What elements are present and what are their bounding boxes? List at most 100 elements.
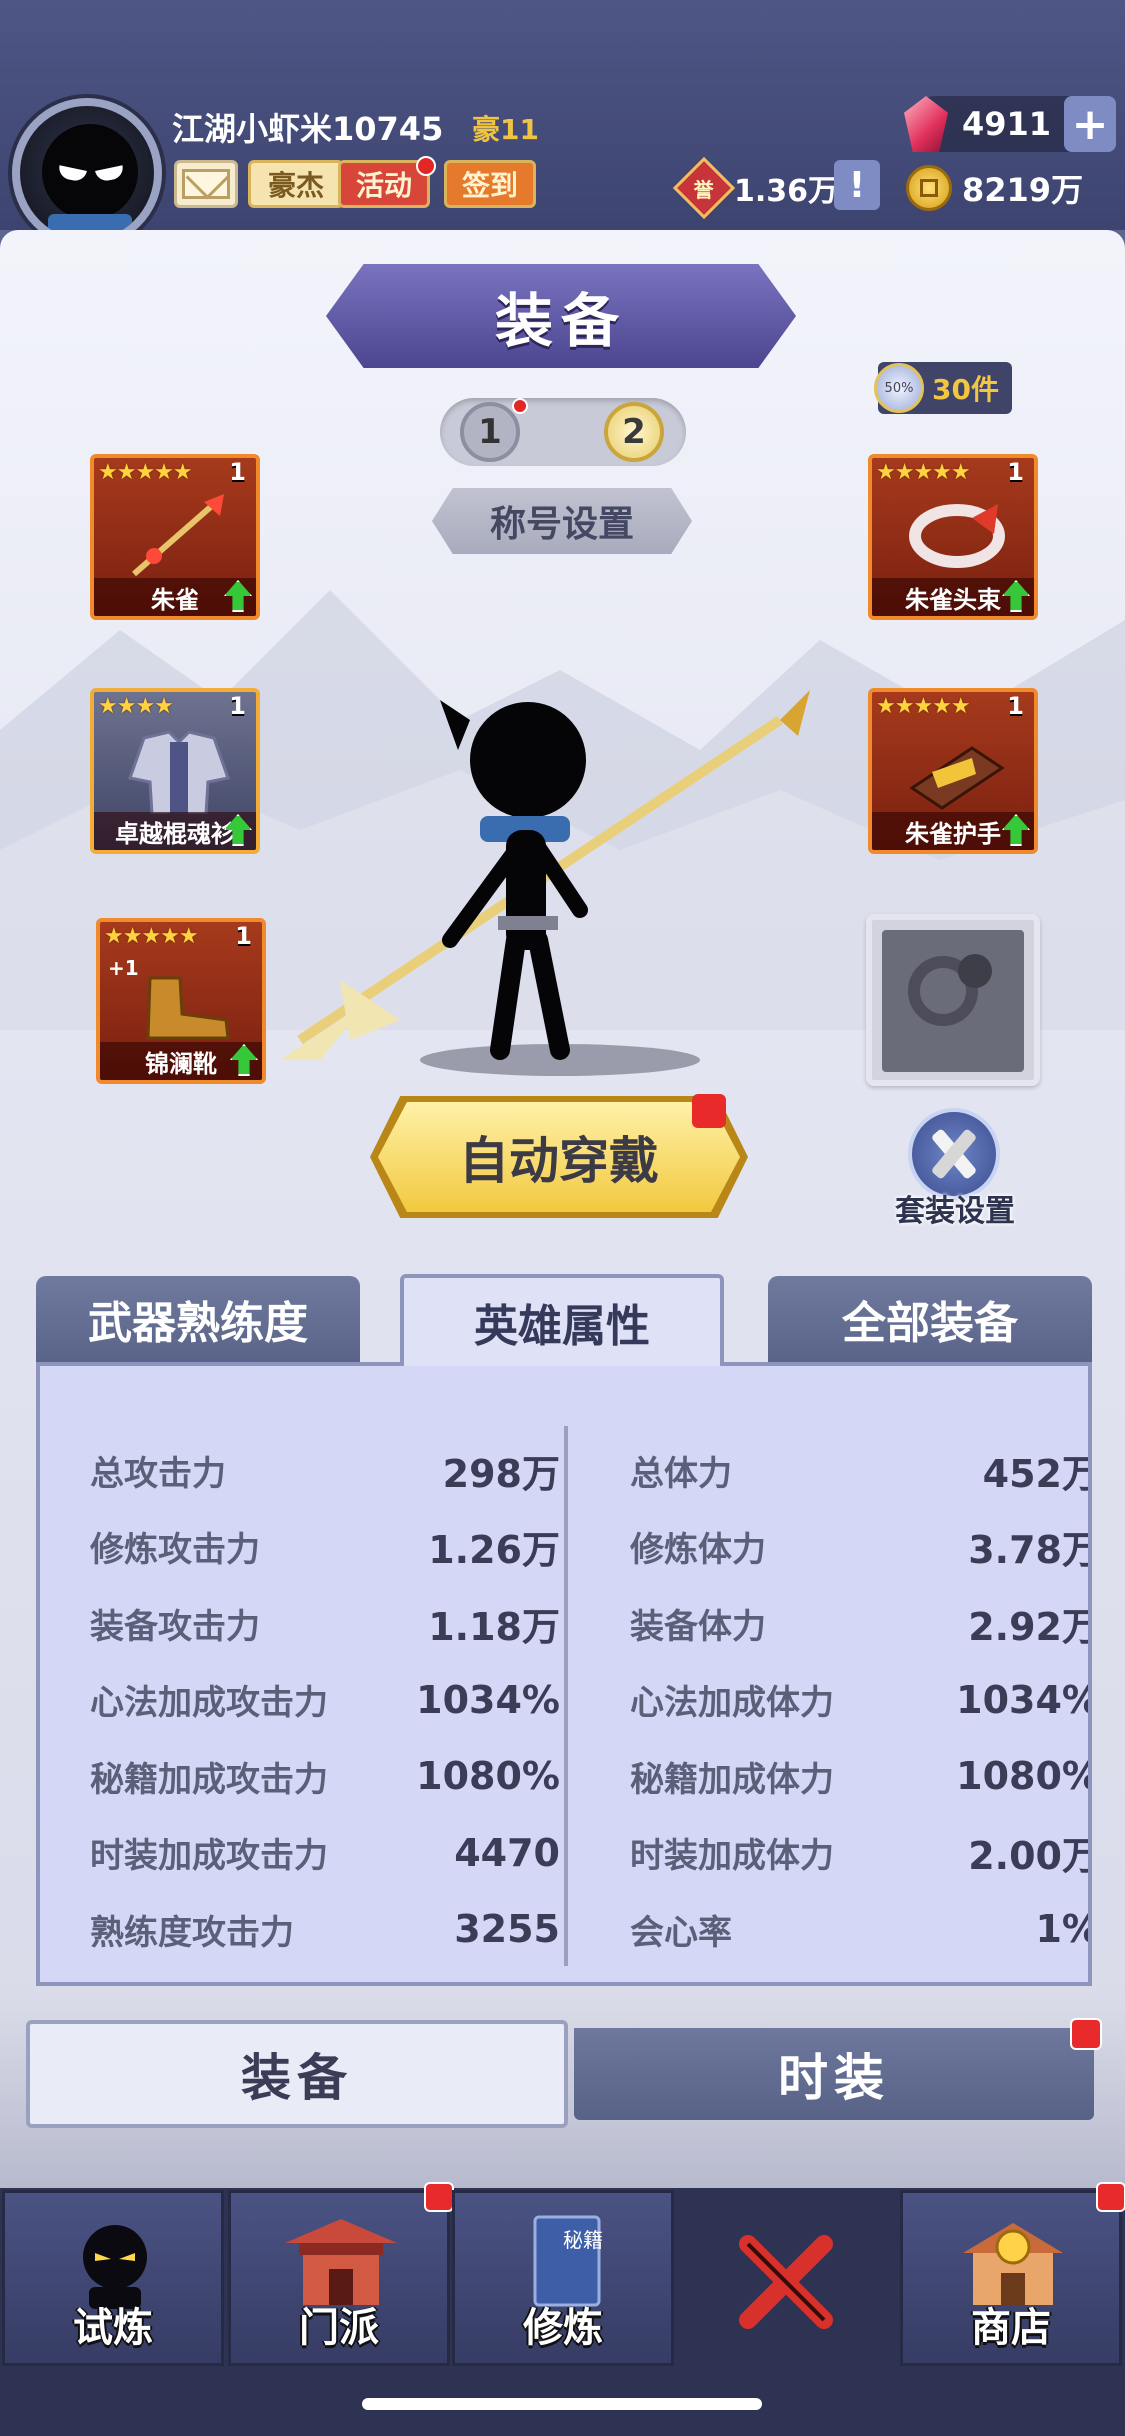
- weapon-slot[interactable]: ★★★★★ 1 朱雀: [90, 454, 260, 620]
- stat-value: 1034%: [956, 1677, 1092, 1722]
- nav-trial[interactable]: 试炼: [2, 2190, 224, 2366]
- boots-stars: ★★★★★: [104, 924, 199, 949]
- auto-equip-notification-dot: [692, 1094, 726, 1128]
- nav-sect[interactable]: 门派: [228, 2190, 450, 2366]
- stat-value: 3.78万: [968, 1528, 1092, 1573]
- hero-stats-panel[interactable]: 总攻击力 298万修炼攻击力 1.26万装备攻击力 1.18万心法加成攻击力 1034%…: [36, 1362, 1092, 1986]
- stat-value: 50%: [1009, 1984, 1092, 1986]
- weapon-stars: ★★★★★: [98, 460, 193, 485]
- stat-row: 修炼体力 3.78万: [630, 1509, 1092, 1586]
- stat-value: 1.26万: [428, 1528, 560, 1573]
- sect-notification-dot: [424, 2182, 454, 2212]
- fashion-notification-dot: [1070, 2018, 1102, 2050]
- boots-level: 1: [235, 922, 252, 950]
- stat-row: 总攻击力 298万: [90, 1432, 560, 1509]
- stat-value: 1%: [1035, 1907, 1088, 1952]
- add-gems-button[interactable]: +: [1064, 96, 1116, 152]
- boots-icon: [146, 976, 230, 1040]
- nav-shop-label: 商店: [971, 2305, 1051, 2351]
- tab-all-equipment[interactable]: 全部装备: [768, 1276, 1092, 1362]
- auto-equip-button[interactable]: 自动穿戴: [378, 1102, 740, 1212]
- tab-weapon-mastery[interactable]: 武器熟练度: [36, 1276, 360, 1362]
- page-1-notification-dot: [512, 398, 528, 414]
- stat-label: 总攻击力: [90, 1453, 226, 1494]
- stat-row: 心法加成体力 1034%: [630, 1662, 1092, 1739]
- headband-name: 朱雀头束: [872, 578, 1034, 616]
- nav-cultivate[interactable]: 秘籍 修炼: [452, 2190, 674, 2366]
- mail-icon: [182, 169, 230, 199]
- headband-icon: [909, 504, 1005, 568]
- stat-row: 装备攻击力 1.18万: [90, 1585, 560, 1662]
- stat-label: 修炼体力: [630, 1530, 766, 1571]
- stat-value: 3255: [454, 1907, 560, 1952]
- info-button[interactable]: !: [834, 160, 880, 210]
- stat-label: 时装加成体力: [630, 1836, 834, 1877]
- nav-cultivate-label: 修炼: [523, 2305, 603, 2351]
- stat-row: 会心率 1%: [630, 1891, 1088, 1968]
- tab-hero-attributes[interactable]: 英雄属性: [400, 1274, 724, 1366]
- stat-value: 1034%: [416, 1677, 560, 1722]
- home-indicator[interactable]: [362, 2398, 762, 2410]
- mail-button[interactable]: [174, 160, 238, 208]
- empty-accessory-slot[interactable]: [866, 914, 1040, 1086]
- nav-sect-label: 门派: [299, 2305, 379, 2351]
- stat-value: 1.18万: [428, 1604, 560, 1649]
- stat-label: 总体力: [630, 1453, 732, 1494]
- boots-slot[interactable]: ★★★★★ 1 +1 锦澜靴: [96, 918, 266, 1084]
- signin-button[interactable]: 签到: [444, 160, 536, 208]
- stat-value: 298万: [442, 1451, 560, 1496]
- stat-row: 时装加成攻击力 4470: [90, 1815, 560, 1892]
- bracer-name: 朱雀护手: [872, 812, 1034, 850]
- loadout-page-1[interactable]: 1: [460, 402, 520, 462]
- stat-value: 1080%: [956, 1754, 1092, 1799]
- armor-slot[interactable]: ★★★★ 1 卓越棍魂衫: [90, 688, 260, 854]
- stat-value: 2.00万: [968, 1834, 1092, 1879]
- stat-value: 2.92万: [968, 1604, 1092, 1649]
- set-setting-button[interactable]: 套装设置: [880, 1108, 1030, 1229]
- stat-label: 时装加成攻击力: [90, 1836, 328, 1877]
- tab-equipment[interactable]: 装备: [26, 2020, 568, 2128]
- nav-shop[interactable]: 商店: [900, 2190, 1122, 2366]
- boots-name: 锦澜靴: [100, 1042, 262, 1080]
- crossed-swords-icon: [739, 2235, 833, 2329]
- stat-row: 熟练度攻击力 3255: [90, 1891, 560, 1968]
- armor-name: 卓越棍魂衫: [94, 812, 256, 850]
- equipment-storage-button[interactable]: 50% 30件: [874, 362, 1012, 414]
- bracer-icon: [909, 746, 1005, 810]
- boots-enhance: +1: [108, 956, 139, 980]
- stat-label: 会心率: [630, 1912, 732, 1953]
- attack-stats: 总攻击力 298万修炼攻击力 1.26万装备攻击力 1.18万心法加成攻击力 1034%…: [90, 1432, 560, 1982]
- bracer-level: 1: [1007, 692, 1024, 720]
- player-avatar[interactable]: [12, 98, 162, 248]
- coin-counter: 8219万: [906, 160, 1116, 216]
- stats-divider: [564, 1426, 568, 1966]
- loadout-page-2[interactable]: 2: [604, 402, 664, 462]
- shop-notification-dot: [1096, 2182, 1125, 2212]
- vip-level: 豪11: [472, 113, 539, 146]
- title-setting-button[interactable]: 称号设置: [432, 488, 692, 554]
- page-title-banner: 装备: [326, 264, 796, 368]
- stat-label: 秘籍加成体力: [630, 1759, 834, 1800]
- spear-icon: [132, 494, 224, 577]
- stat-row: 修炼攻击力 1.26万: [90, 1509, 560, 1586]
- bracer-slot[interactable]: ★★★★★ 1 朱雀护手: [868, 688, 1038, 854]
- robe-icon: [128, 730, 230, 814]
- stat-label: 会心伤害: [90, 1981, 226, 1982]
- stat-value: 452万: [982, 1451, 1092, 1496]
- tab-fashion-label: 时装: [778, 2049, 890, 2107]
- stat-row: 秘籍加成体力 1080%: [630, 1738, 1092, 1815]
- tab-fashion[interactable]: 时装: [574, 2028, 1094, 2120]
- nav-equipment-active[interactable]: [676, 2190, 898, 2366]
- stat-label: 装备体力: [630, 1606, 766, 1647]
- stat-row: 心法加成攻击力 1034%: [90, 1662, 560, 1739]
- page-title: 装备: [494, 287, 627, 355]
- stat-label: 装备攻击力: [90, 1606, 260, 1647]
- headband-slot[interactable]: ★★★★★ 1 朱雀头束: [868, 454, 1038, 620]
- hero-button[interactable]: 豪杰: [248, 160, 344, 208]
- gem-counter: 4911 +: [904, 96, 1116, 152]
- weapon-level: 1: [229, 458, 246, 486]
- honor-count: 1.36万: [734, 174, 839, 209]
- vitality-stats: 总体力 452万 修炼体力 3.78万 装备体力 2.92万 心法加成体力 1034% 秘籍加成…: [630, 1432, 1092, 1986]
- stat-row: 时装加成体力 2.00万: [630, 1815, 1092, 1892]
- loadout-pager: 1 2: [440, 398, 686, 466]
